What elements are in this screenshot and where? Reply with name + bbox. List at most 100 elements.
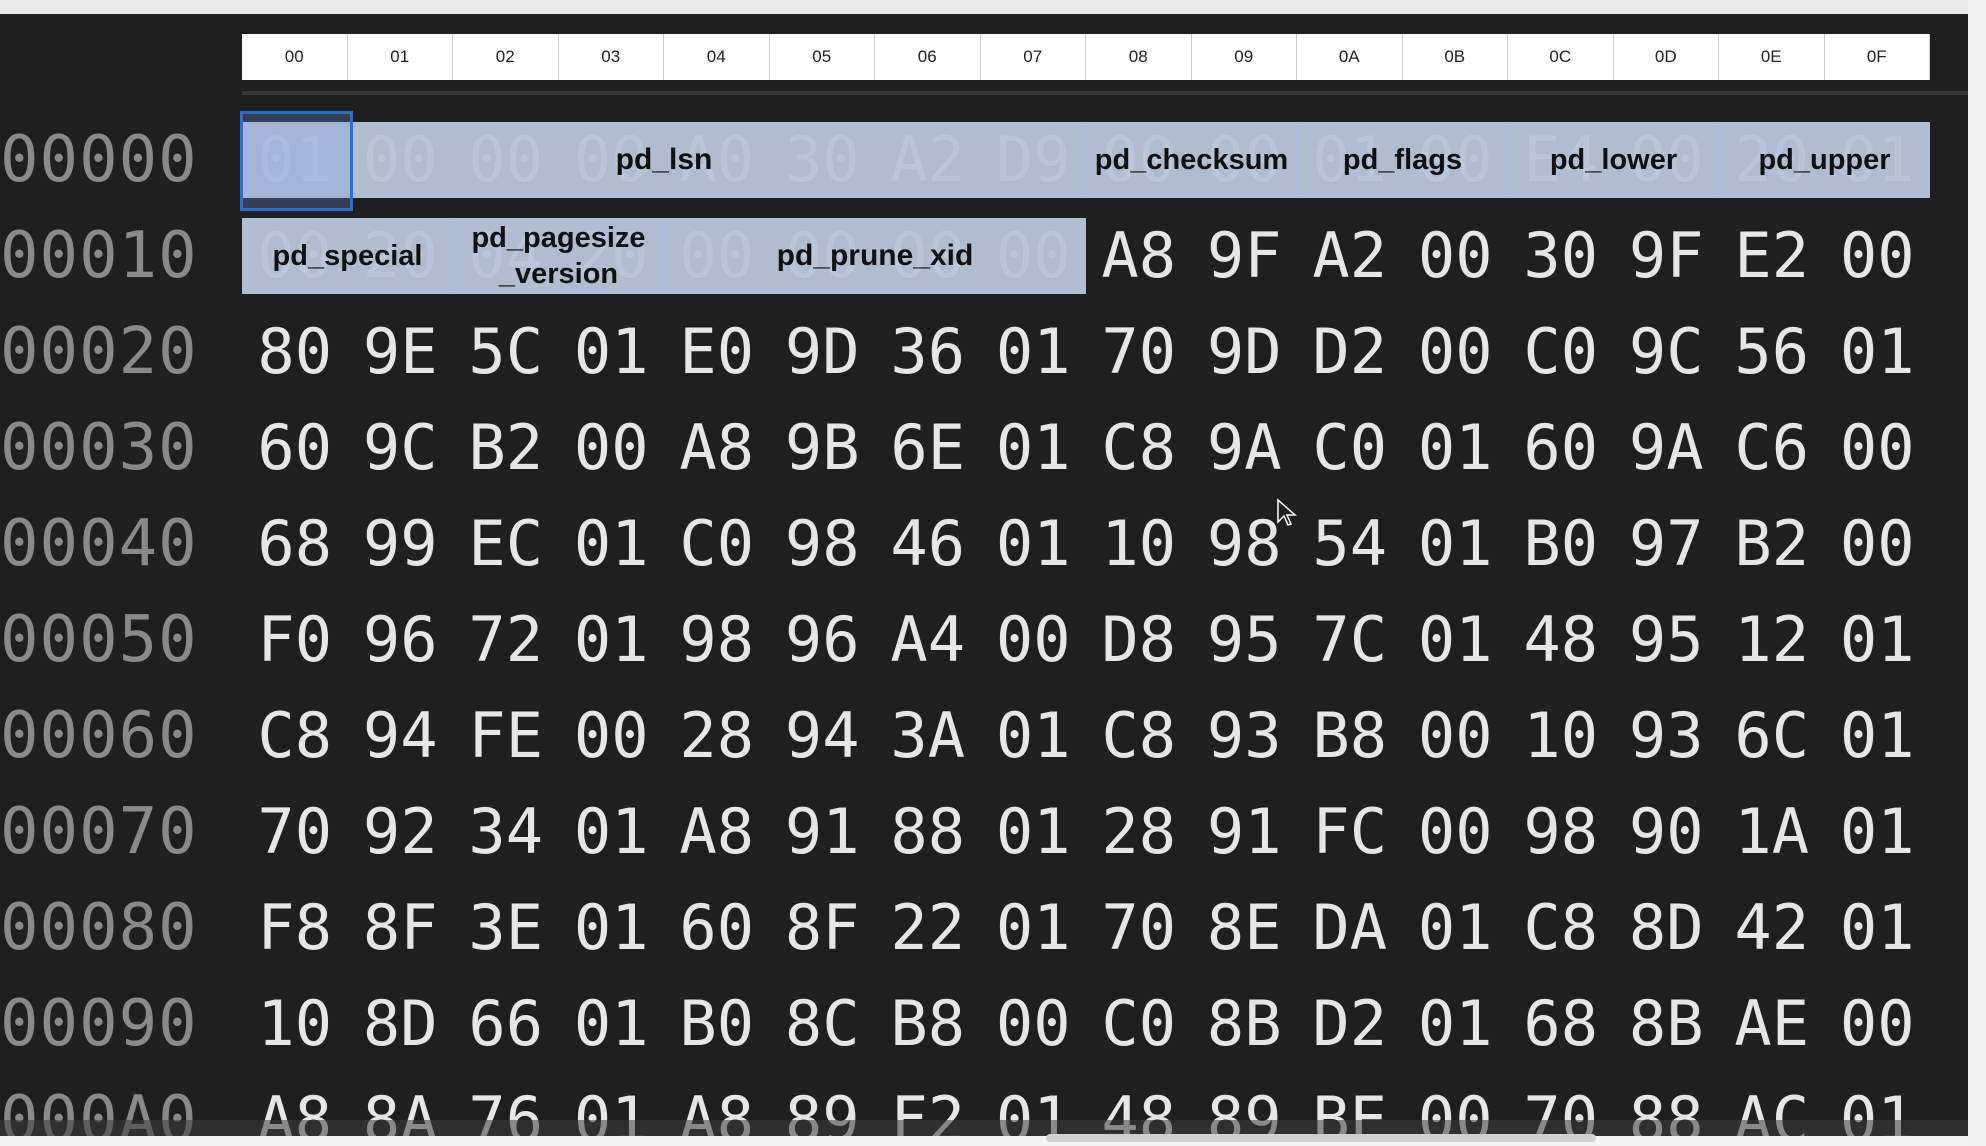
- hex-byte[interactable]: 00: [1825, 496, 1931, 592]
- hex-byte[interactable]: 98: [664, 592, 770, 688]
- hex-byte[interactable]: 12: [1719, 592, 1825, 688]
- hex-byte[interactable]: 9C: [348, 400, 454, 496]
- hex-byte[interactable]: 60: [1508, 400, 1614, 496]
- hex-byte[interactable]: 01: [981, 400, 1087, 496]
- hex-byte[interactable]: 94: [770, 688, 876, 784]
- hex-byte[interactable]: 94: [348, 688, 454, 784]
- hex-byte[interactable]: 95: [1192, 592, 1298, 688]
- hex-byte[interactable]: 68: [1508, 976, 1614, 1072]
- hex-byte[interactable]: 00: [1403, 688, 1509, 784]
- hex-byte[interactable]: 00: [559, 688, 665, 784]
- hex-byte[interactable]: 3A: [875, 688, 981, 784]
- hex-byte[interactable]: 01: [1825, 688, 1931, 784]
- hex-byte[interactable]: 72: [453, 592, 559, 688]
- hex-byte[interactable]: F8: [242, 880, 348, 976]
- hex-editor[interactable]: 000102030405060708090A0B0C0D0E0F 0000001…: [0, 14, 1968, 1136]
- hex-byte[interactable]: C0: [664, 496, 770, 592]
- hex-byte[interactable]: C6: [1719, 400, 1825, 496]
- hex-byte[interactable]: 01: [981, 688, 1087, 784]
- hex-byte[interactable]: 7C: [1297, 592, 1403, 688]
- hex-byte[interactable]: 10: [1508, 688, 1614, 784]
- hex-byte[interactable]: 01: [1403, 400, 1509, 496]
- hex-byte[interactable]: 88: [875, 784, 981, 880]
- hex-byte[interactable]: 70: [1086, 304, 1192, 400]
- hex-byte[interactable]: 34: [453, 784, 559, 880]
- hex-byte[interactable]: 3E: [453, 880, 559, 976]
- hex-byte[interactable]: C8: [1086, 400, 1192, 496]
- hex-byte[interactable]: 01: [559, 592, 665, 688]
- hex-byte[interactable]: 98: [770, 496, 876, 592]
- hex-byte[interactable]: A8: [664, 400, 770, 496]
- hex-byte[interactable]: 00: [981, 976, 1087, 1072]
- hex-byte[interactable]: 90: [1614, 784, 1720, 880]
- hex-byte[interactable]: 9D: [1192, 304, 1298, 400]
- hex-byte[interactable]: 6C: [1719, 688, 1825, 784]
- hex-byte[interactable]: 92: [348, 784, 454, 880]
- hex-byte[interactable]: 70: [1086, 880, 1192, 976]
- hex-byte[interactable]: 01: [1825, 784, 1931, 880]
- hex-byte[interactable]: AE: [1719, 976, 1825, 1072]
- hex-byte[interactable]: C0: [1086, 976, 1192, 1072]
- hex-byte[interactable]: 10: [242, 976, 348, 1072]
- hex-byte[interactable]: 9F: [1192, 208, 1298, 304]
- hex-byte[interactable]: 8F: [348, 880, 454, 976]
- hex-byte[interactable]: 00: [1403, 208, 1509, 304]
- hex-byte[interactable]: 93: [1614, 688, 1720, 784]
- hex-byte[interactable]: 8E: [1192, 880, 1298, 976]
- hex-byte[interactable]: B0: [664, 976, 770, 1072]
- hex-byte[interactable]: D8: [1086, 592, 1192, 688]
- hex-byte[interactable]: 96: [348, 592, 454, 688]
- hex-byte[interactable]: A8: [1086, 208, 1192, 304]
- hex-byte[interactable]: 36: [875, 304, 981, 400]
- hex-byte[interactable]: 01: [1403, 880, 1509, 976]
- hex-byte[interactable]: 97: [1614, 496, 1720, 592]
- hex-byte[interactable]: 01: [1825, 592, 1931, 688]
- hex-byte[interactable]: DA: [1297, 880, 1403, 976]
- hex-byte[interactable]: 54: [1297, 496, 1403, 592]
- hex-byte[interactable]: 01: [981, 496, 1087, 592]
- hex-byte[interactable]: C0: [1508, 304, 1614, 400]
- hex-byte[interactable]: 48: [1508, 592, 1614, 688]
- hex-byte[interactable]: 6E: [875, 400, 981, 496]
- hex-byte[interactable]: D2: [1297, 976, 1403, 1072]
- hex-byte[interactable]: 01: [981, 304, 1087, 400]
- hex-byte[interactable]: EC: [453, 496, 559, 592]
- hex-byte[interactable]: 9A: [1614, 400, 1720, 496]
- hex-byte[interactable]: 01: [1403, 976, 1509, 1072]
- hex-byte[interactable]: 98: [1508, 784, 1614, 880]
- hex-byte[interactable]: 01: [559, 304, 665, 400]
- hex-byte[interactable]: F0: [242, 592, 348, 688]
- hex-byte[interactable]: 00: [559, 400, 665, 496]
- hex-byte[interactable]: 01: [559, 880, 665, 976]
- hex-byte[interactable]: 93: [1192, 688, 1298, 784]
- hex-byte[interactable]: 01: [559, 976, 665, 1072]
- hex-byte[interactable]: 00: [1825, 976, 1931, 1072]
- hex-byte[interactable]: C8: [1508, 880, 1614, 976]
- hex-byte[interactable]: 46: [875, 496, 981, 592]
- hex-byte[interactable]: 60: [664, 880, 770, 976]
- hex-byte[interactable]: 8F: [770, 880, 876, 976]
- hex-byte[interactable]: FC: [1297, 784, 1403, 880]
- hex-byte[interactable]: 56: [1719, 304, 1825, 400]
- hex-byte[interactable]: 22: [875, 880, 981, 976]
- hex-byte[interactable]: A8: [664, 784, 770, 880]
- hex-byte[interactable]: 01: [1403, 496, 1509, 592]
- hex-byte[interactable]: FE: [453, 688, 559, 784]
- hex-byte[interactable]: 8D: [348, 976, 454, 1072]
- hex-byte[interactable]: 8B: [1614, 976, 1720, 1072]
- hex-byte[interactable]: 66: [453, 976, 559, 1072]
- hex-byte[interactable]: 28: [664, 688, 770, 784]
- hex-byte[interactable]: 10: [1086, 496, 1192, 592]
- hex-byte[interactable]: 1A: [1719, 784, 1825, 880]
- hex-byte[interactable]: 28: [1086, 784, 1192, 880]
- hex-byte[interactable]: 8C: [770, 976, 876, 1072]
- hex-byte[interactable]: 8D: [1614, 880, 1720, 976]
- hex-byte[interactable]: 01: [1825, 304, 1931, 400]
- byte-selection[interactable]: [240, 111, 353, 211]
- hex-byte[interactable]: D2: [1297, 304, 1403, 400]
- hex-byte[interactable]: B8: [875, 976, 981, 1072]
- hex-byte[interactable]: 30: [1508, 208, 1614, 304]
- hex-byte[interactable]: E2: [1719, 208, 1825, 304]
- hex-byte[interactable]: 00: [981, 592, 1087, 688]
- hex-byte[interactable]: 9A: [1192, 400, 1298, 496]
